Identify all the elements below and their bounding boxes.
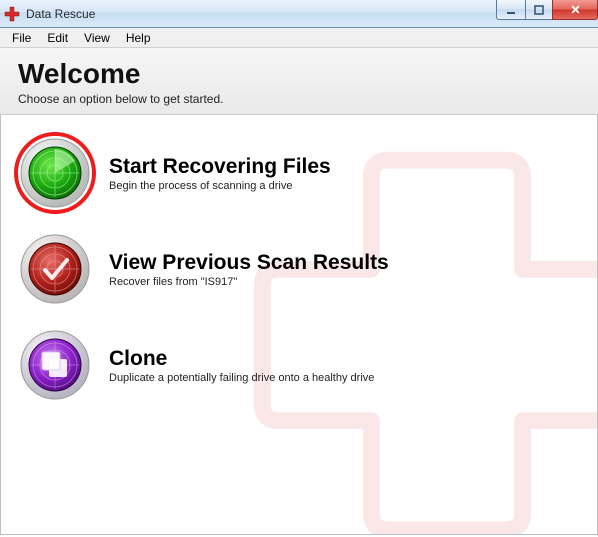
window-titlebar: Data Rescue <box>0 0 598 28</box>
option-desc: Recover files from "IS917" <box>109 276 389 288</box>
minimize-icon <box>506 5 516 15</box>
menu-view[interactable]: View <box>76 29 118 47</box>
menu-file[interactable]: File <box>4 29 39 47</box>
option-desc: Begin the process of scanning a drive <box>109 180 331 192</box>
close-icon <box>570 4 581 15</box>
maximize-button[interactable] <box>525 0 553 20</box>
menu-edit[interactable]: Edit <box>39 29 76 47</box>
minimize-button[interactable] <box>496 0 526 20</box>
option-desc: Duplicate a potentially failing drive on… <box>109 372 374 384</box>
menu-bar: File Edit View Help <box>0 28 598 48</box>
radar-green-icon <box>19 137 91 209</box>
option-title: Start Recovering Files <box>109 155 331 179</box>
menu-help[interactable]: Help <box>118 29 159 47</box>
close-button[interactable] <box>552 0 598 20</box>
maximize-icon <box>534 5 544 15</box>
window-controls <box>497 0 598 20</box>
app-icon <box>4 6 20 22</box>
option-clone[interactable]: Clone Duplicate a potentially failing dr… <box>1 317 597 413</box>
welcome-header: Welcome Choose an option below to get st… <box>0 48 598 115</box>
radar-check-red-icon <box>19 233 91 305</box>
option-start-recovering[interactable]: Start Recovering Files Begin the process… <box>1 125 597 221</box>
option-title: View Previous Scan Results <box>109 251 389 275</box>
page-title: Welcome <box>18 58 580 90</box>
page-subtitle: Choose an option below to get started. <box>18 92 580 106</box>
option-title: Clone <box>109 347 374 371</box>
option-view-previous[interactable]: View Previous Scan Results Recover files… <box>1 221 597 317</box>
main-content: Start Recovering Files Begin the process… <box>0 115 598 535</box>
window-title: Data Rescue <box>26 7 95 21</box>
clone-purple-icon <box>19 329 91 401</box>
